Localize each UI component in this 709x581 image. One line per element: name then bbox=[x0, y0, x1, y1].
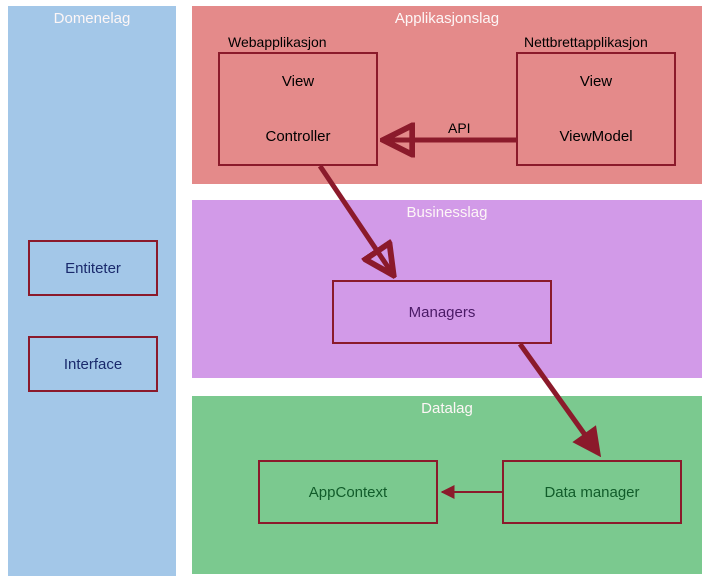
domain-layer-title: Domenelag bbox=[8, 10, 176, 27]
datamanager-label: Data manager bbox=[544, 484, 639, 501]
entities-box: Entiteter bbox=[28, 240, 158, 296]
appcontext-label: AppContext bbox=[309, 484, 387, 501]
webapp-box: View Controller bbox=[218, 52, 378, 166]
appcontext-box: AppContext bbox=[258, 460, 438, 524]
interface-box: Interface bbox=[28, 336, 158, 392]
webapp-view-label: View bbox=[282, 73, 314, 90]
tabletapp-viewmodel-label: ViewModel bbox=[559, 128, 632, 145]
tabletapp-box: View ViewModel bbox=[516, 52, 676, 166]
api-edge-label: API bbox=[448, 120, 471, 136]
managers-box: Managers bbox=[332, 280, 552, 344]
managers-label: Managers bbox=[409, 304, 476, 321]
webapp-title: Webapplikasjon bbox=[228, 34, 327, 50]
interface-label: Interface bbox=[64, 356, 122, 373]
webapp-controller-label: Controller bbox=[265, 128, 330, 145]
business-layer-title: Businesslag bbox=[192, 204, 702, 221]
architecture-diagram: Domenelag Entiteter Interface Applikasjo… bbox=[0, 0, 709, 581]
data-layer-title: Datalag bbox=[192, 400, 702, 417]
datamanager-box: Data manager bbox=[502, 460, 682, 524]
application-layer-title: Applikasjonslag bbox=[192, 10, 702, 27]
entities-label: Entiteter bbox=[65, 260, 121, 277]
tabletapp-title: Nettbrettapplikasjon bbox=[524, 34, 648, 50]
tabletapp-view-label: View bbox=[580, 73, 612, 90]
